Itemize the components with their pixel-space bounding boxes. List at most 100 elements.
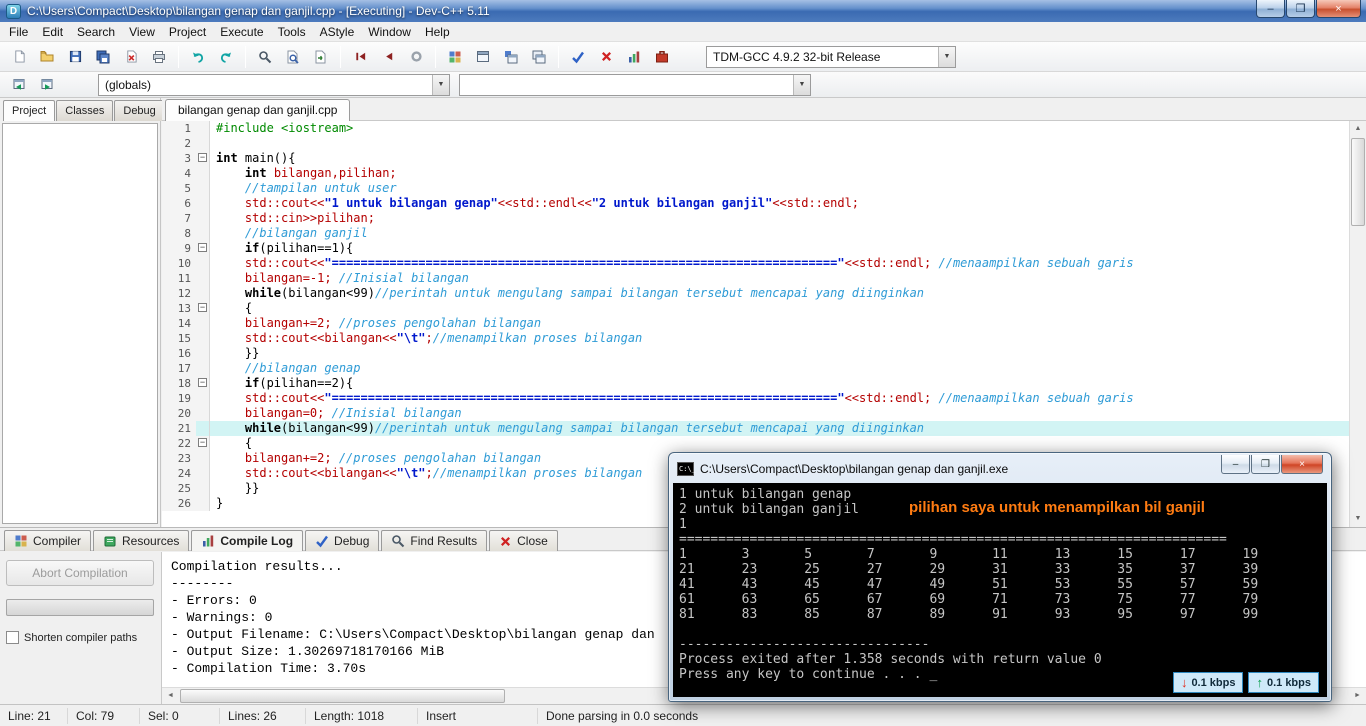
jump-forward-button[interactable] xyxy=(375,44,401,69)
code-line-2[interactable]: 2 xyxy=(162,136,1349,151)
fold-marker-icon[interactable]: − xyxy=(198,438,207,447)
code-text: { xyxy=(216,301,253,315)
class-browser-toolbar: (globals) ▼ ▼ xyxy=(0,72,1366,98)
bottom-tab-debug[interactable]: Debug xyxy=(305,530,380,551)
code-line-20[interactable]: 20 bilangan=0; //Inisial bilangan xyxy=(162,406,1349,421)
print-button[interactable] xyxy=(146,44,172,69)
code-line-4[interactable]: 4 int bilangan,pilihan; xyxy=(162,166,1349,181)
chevron-down-icon[interactable]: ▼ xyxy=(432,74,449,95)
save-button[interactable] xyxy=(62,44,88,69)
save-all-button[interactable] xyxy=(90,44,116,69)
members-select[interactable]: ▼ xyxy=(459,73,811,96)
previous-unit-button[interactable] xyxy=(6,72,32,97)
code-line-5[interactable]: 5 //tampilan untuk user xyxy=(162,181,1349,196)
close-file-button[interactable] xyxy=(118,44,144,69)
maximize-button[interactable]: ❒ xyxy=(1286,0,1315,18)
code-line-3[interactable]: 3− int main(){ xyxy=(162,151,1349,166)
console-close-button[interactable]: × xyxy=(1281,455,1323,474)
code-line-8[interactable]: 8 //bilangan ganjil xyxy=(162,226,1349,241)
compiler-profile-select[interactable]: TDM-GCC 4.9.2 32-bit Release ▼ xyxy=(706,45,956,68)
sidebar-tab-classes[interactable]: Classes xyxy=(56,100,114,121)
redo-button[interactable] xyxy=(213,44,239,69)
new-file-button[interactable] xyxy=(6,44,32,69)
jump-back-button[interactable] xyxy=(347,44,373,69)
code-line-19[interactable]: 19 std::cout<<"=========================… xyxy=(162,391,1349,406)
sidebar-tab-debug[interactable]: Debug xyxy=(114,100,165,121)
code-line-13[interactable]: 13− { xyxy=(162,301,1349,316)
console-window[interactable]: C:\_ C:\Users\Compact\Desktop\bilangan g… xyxy=(668,452,1332,702)
console-titlebar[interactable]: C:\_ C:\Users\Compact\Desktop\bilangan g… xyxy=(669,453,1331,481)
bottom-tab-resources[interactable]: Resources xyxy=(93,530,190,551)
undo-button[interactable] xyxy=(185,44,211,69)
bottom-tab-compiler[interactable]: Compiler xyxy=(4,530,92,551)
code-line-11[interactable]: 11 bilangan=-1; //Inisial bilangan xyxy=(162,271,1349,286)
bottom-tab-compile-log[interactable]: Compile Log xyxy=(191,530,304,551)
code-line-22[interactable]: 22− { xyxy=(162,436,1349,451)
bottom-tab-close[interactable]: Close xyxy=(489,530,558,551)
scroll-up-icon[interactable]: ▲ xyxy=(1350,121,1366,137)
scrollbar-thumb[interactable] xyxy=(180,689,505,703)
menu-astyle[interactable]: AStyle xyxy=(313,23,362,41)
code-line-1[interactable]: 1 #include <iostream> xyxy=(162,121,1349,136)
replace-button[interactable] xyxy=(280,44,306,69)
run-button[interactable] xyxy=(470,44,496,69)
compile-button[interactable] xyxy=(442,44,468,69)
close-button[interactable]: × xyxy=(1316,0,1361,18)
code-line-17[interactable]: 17 //bilangan genap xyxy=(162,361,1349,376)
console-minimize-button[interactable]: – xyxy=(1221,455,1250,474)
titlebar[interactable]: D C:\Users\Compact\Desktop\bilangan gena… xyxy=(0,0,1366,22)
rebuild-all-button[interactable] xyxy=(526,44,552,69)
syntax-check-button[interactable] xyxy=(565,44,591,69)
code-line-14[interactable]: 14 bilangan+=2; //proses pengolahan bila… xyxy=(162,316,1349,331)
menu-edit[interactable]: Edit xyxy=(35,23,70,41)
open-file-button[interactable] xyxy=(34,44,60,69)
console-maximize-button[interactable]: ❒ xyxy=(1251,455,1280,474)
code-line-7[interactable]: 7 std::cin>>pilihan; xyxy=(162,211,1349,226)
minimize-button[interactable]: – xyxy=(1256,0,1285,18)
abort-compile-button[interactable] xyxy=(593,44,619,69)
package-manager-button[interactable] xyxy=(649,44,675,69)
menu-help[interactable]: Help xyxy=(418,23,457,41)
fold-marker-icon[interactable]: − xyxy=(198,243,207,252)
code-line-10[interactable]: 10 std::cout<<"=========================… xyxy=(162,256,1349,271)
code-line-21[interactable]: 21 while(bilangan<99)//perintah untuk me… xyxy=(162,421,1349,436)
shorten-paths-checkbox[interactable] xyxy=(6,631,19,644)
project-tree[interactable] xyxy=(2,123,158,524)
code-line-6[interactable]: 6 std::cout<<"1 untuk bilangan genap"<<s… xyxy=(162,196,1349,211)
goto-line-button[interactable] xyxy=(308,44,334,69)
menu-view[interactable]: View xyxy=(122,23,162,41)
scroll-left-icon[interactable]: ◄ xyxy=(162,688,179,704)
scroll-right-icon[interactable]: ► xyxy=(1349,688,1366,704)
profile-analysis-button[interactable] xyxy=(621,44,647,69)
menu-project[interactable]: Project xyxy=(162,23,213,41)
scrollbar-thumb[interactable] xyxy=(1351,138,1365,226)
find-button[interactable] xyxy=(252,44,278,69)
fold-marker-icon[interactable]: − xyxy=(198,378,207,387)
menu-tools[interactable]: Tools xyxy=(271,23,313,41)
code-line-15[interactable]: 15 std::cout<<bilangan<<"\t";//menampilk… xyxy=(162,331,1349,346)
abort-compilation-button[interactable]: Abort Compilation xyxy=(6,560,154,586)
red-x-icon xyxy=(600,50,613,63)
bottom-tab-find-results[interactable]: Find Results xyxy=(381,530,488,551)
fold-marker-icon[interactable]: − xyxy=(198,153,207,162)
code-line-18[interactable]: 18− if(pilihan==2){ xyxy=(162,376,1349,391)
scroll-down-icon[interactable]: ▼ xyxy=(1350,511,1366,527)
editor-tab-active[interactable]: bilangan genap dan ganjil.cpp xyxy=(165,99,351,121)
code-line-16[interactable]: 16 }} xyxy=(162,346,1349,361)
menu-execute[interactable]: Execute xyxy=(213,23,270,41)
menu-window[interactable]: Window xyxy=(361,23,418,41)
menu-search[interactable]: Search xyxy=(70,23,122,41)
compile-run-button[interactable] xyxy=(498,44,524,69)
fold-marker-icon[interactable]: − xyxy=(198,303,207,312)
editor-vertical-scrollbar[interactable]: ▲ ▼ xyxy=(1349,121,1366,527)
chevron-down-icon[interactable]: ▼ xyxy=(938,46,955,67)
shorten-paths-option[interactable]: Shorten compiler paths xyxy=(6,631,155,644)
menu-file[interactable]: File xyxy=(2,23,35,41)
globals-select[interactable]: (globals) ▼ xyxy=(98,73,450,96)
code-line-12[interactable]: 12 while(bilangan<99)//perintah untuk me… xyxy=(162,286,1349,301)
code-line-9[interactable]: 9− if(pilihan==1){ xyxy=(162,241,1349,256)
chevron-down-icon[interactable]: ▼ xyxy=(793,74,810,95)
sidebar-tab-project[interactable]: Project xyxy=(3,100,56,121)
next-unit-button[interactable] xyxy=(34,72,60,97)
toggle-breakpoint-button[interactable] xyxy=(403,44,429,69)
